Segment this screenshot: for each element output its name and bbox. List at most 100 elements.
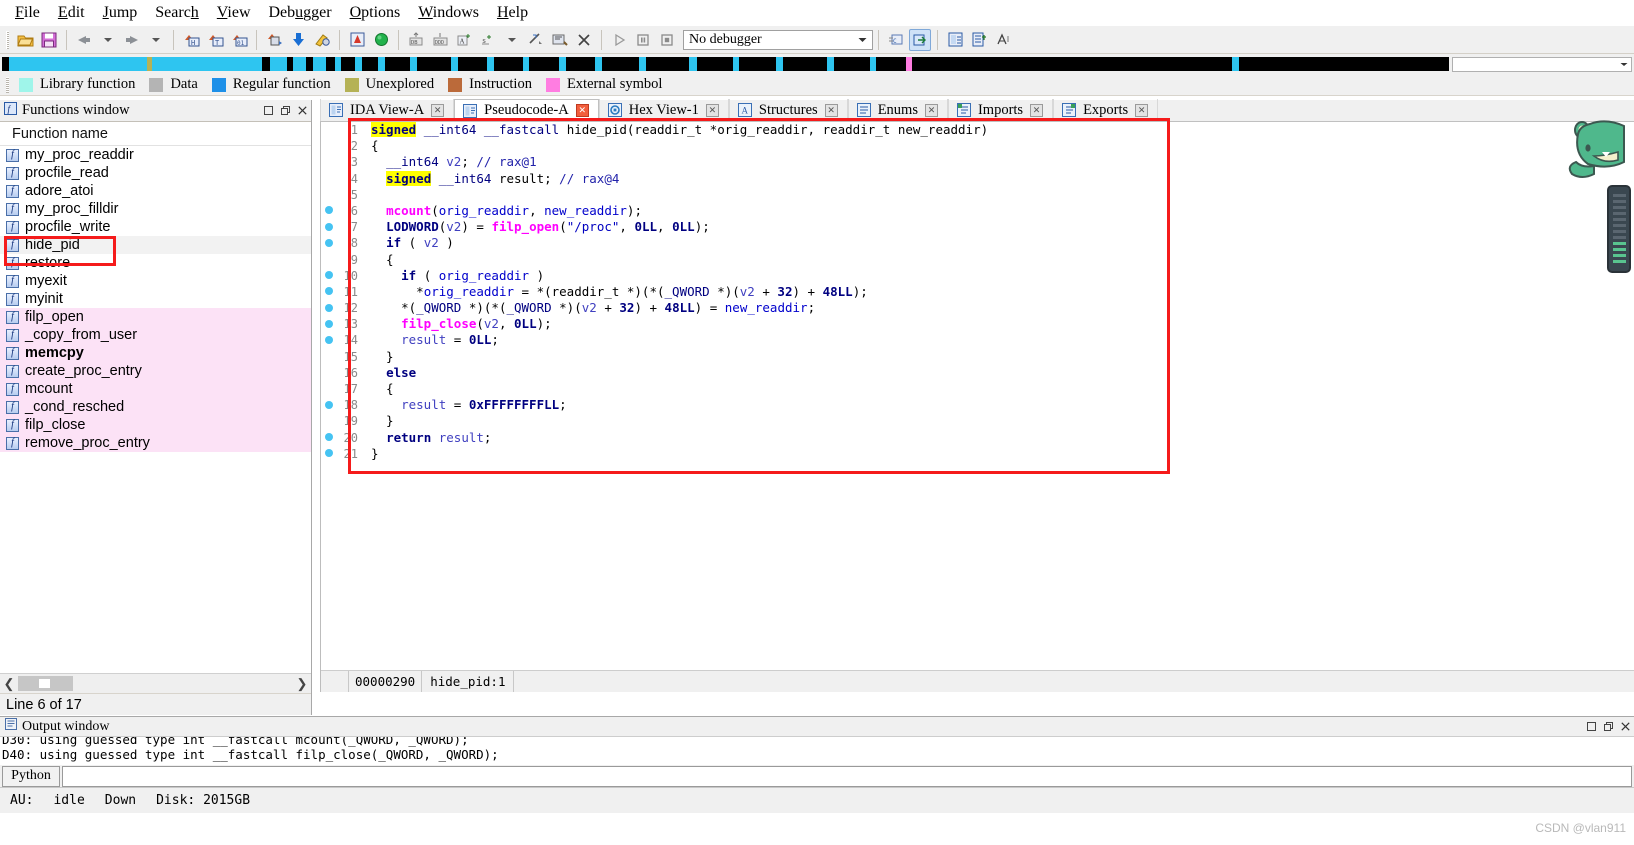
function-list-item[interactable]: f filp_open [0, 308, 311, 326]
menu-item-help[interactable]: Help [488, 2, 537, 24]
chevron-down-icon[interactable] [854, 31, 870, 49]
jump-to-name-icon[interactable]: T [204, 29, 226, 51]
breakpoint-marker-icon[interactable] [321, 203, 337, 219]
toolbar-grip[interactable] [6, 30, 9, 49]
analyze-icon[interactable] [346, 29, 368, 51]
maximize-icon[interactable] [1583, 718, 1600, 735]
breakpoint-icon[interactable]: C [885, 29, 907, 51]
scrollbar-track[interactable] [18, 674, 293, 693]
struct-dropdown-icon[interactable] [501, 29, 523, 51]
code-line[interactable]: 17 { [321, 381, 1634, 397]
breakpoint-marker-icon[interactable] [321, 268, 337, 284]
breakpoint-marker-icon[interactable] [321, 397, 337, 413]
output-log[interactable]: D30: using guessed type int __fastcall m… [0, 737, 1634, 768]
debugger-select[interactable]: No debugger [683, 29, 873, 50]
code-line[interactable]: 14 result = 0LL; [321, 332, 1634, 348]
code-line[interactable]: 11 *orig_readdir = *(readdir_t *)(*(_QWO… [321, 284, 1634, 300]
jump-xref-icon[interactable] [263, 29, 285, 51]
function-list-item[interactable]: f filp_close [0, 416, 311, 434]
code-line[interactable]: 10 if ( orig_readdir ) [321, 268, 1634, 284]
function-list-item[interactable]: f memcpy [0, 344, 311, 362]
function-list-item[interactable]: f _cond_resched [0, 398, 311, 416]
close-icon[interactable]: ✕ [924, 103, 938, 117]
code-line[interactable]: 4 signed __int64 result; // rax@4 [321, 170, 1634, 187]
breakpoint-marker-icon[interactable] [321, 430, 337, 446]
menu-item-file[interactable]: File [6, 2, 49, 24]
code-line[interactable]: 9 { [321, 252, 1634, 268]
delete-icon[interactable] [573, 29, 595, 51]
function-list-item[interactable]: f remove_proc_entry [0, 434, 311, 452]
breakpoint-marker-icon[interactable] [321, 332, 337, 348]
function-list-item[interactable]: f _copy_from_user [0, 326, 311, 344]
close-icon[interactable]: ✕ [705, 103, 719, 117]
open-file-icon[interactable] [14, 29, 36, 51]
code-line[interactable]: 19 } [321, 413, 1634, 429]
close-icon[interactable]: ✕ [431, 103, 445, 117]
breakpoint-marker-icon[interactable] [321, 316, 337, 332]
menu-item-jump[interactable]: Jump [94, 2, 147, 24]
code-line[interactable]: 18 result = 0xFFFFFFFFLL; [321, 397, 1634, 413]
back-dropdown-icon[interactable] [97, 29, 119, 51]
function-list-item[interactable]: f hide_pid [0, 236, 311, 254]
python-mode-button[interactable]: Python [2, 765, 60, 787]
pseudocode-text[interactable]: 1 signed __int64 __fastcall hide_pid(read… [321, 122, 1634, 670]
code-line[interactable]: 13 filp_close(v2, 0LL); [321, 316, 1634, 332]
stop-icon[interactable] [656, 29, 678, 51]
chevron-down-icon[interactable] [1617, 58, 1630, 71]
step-into-icon[interactable] [909, 28, 931, 51]
navigation-band[interactable] [2, 57, 1449, 71]
close-icon[interactable]: ✕ [824, 103, 838, 117]
breakpoint-marker-icon[interactable] [321, 284, 337, 300]
function-list-item[interactable]: f myinit [0, 290, 311, 308]
make-struct-icon[interactable]: s [477, 29, 499, 51]
undefine-icon[interactable] [525, 29, 547, 51]
chevron-left-icon[interactable]: ❮ [0, 676, 18, 692]
make-function-icon[interactable] [549, 29, 571, 51]
function-list-item[interactable]: f create_proc_entry [0, 362, 311, 380]
function-list-item[interactable]: f my_proc_filldir [0, 200, 311, 218]
function-list-item[interactable]: f mcount [0, 380, 311, 398]
menu-item-search[interactable]: Search [146, 2, 208, 24]
code-line[interactable]: 12 *(_QWORD *)(*(_QWORD *)(v2 + 32) + 48… [321, 300, 1634, 316]
chevron-right-icon[interactable]: ❯ [293, 676, 311, 692]
functions-list[interactable]: f my_proc_readdir f procfile_read f adore_ato… [0, 146, 311, 673]
function-list-item[interactable]: f procfile_read [0, 164, 311, 182]
breakpoint-marker-icon[interactable] [321, 446, 337, 462]
maximize-icon[interactable] [260, 102, 277, 119]
new-window-icon[interactable] [944, 29, 966, 51]
pause-icon[interactable] [632, 29, 654, 51]
close-icon[interactable] [294, 102, 311, 119]
breakpoint-marker-icon[interactable] [321, 300, 337, 316]
menu-item-edit[interactable]: Edit [49, 2, 94, 24]
breakpoint-marker-icon[interactable] [321, 219, 337, 235]
make-array-icon[interactable]: DDD [429, 29, 451, 51]
code-line[interactable]: 6 mcount(orig_readdir, new_readdir); [321, 203, 1634, 219]
code-line[interactable]: 16 else [321, 365, 1634, 381]
functions-column-header[interactable]: Function name [0, 122, 311, 146]
search-icon[interactable] [311, 29, 333, 51]
close-icon[interactable] [1617, 718, 1634, 735]
code-line[interactable]: 1 signed __int64 __fastcall hide_pid(read… [321, 122, 1634, 138]
jump-to-segment-icon[interactable]: 01 [228, 29, 250, 51]
function-list-item[interactable]: f my_proc_readdir [0, 146, 311, 164]
menu-item-view[interactable]: View [208, 2, 260, 24]
strings-icon[interactable] [992, 29, 1014, 51]
close-icon[interactable]: ✕ [1030, 103, 1044, 117]
code-line[interactable]: 2{ [321, 138, 1634, 154]
jump-to-address-icon[interactable]: H [180, 29, 202, 51]
menu-item-options[interactable]: Options [341, 2, 410, 24]
restore-icon[interactable] [1600, 718, 1617, 735]
breakpoint-marker-icon[interactable] [321, 235, 337, 251]
code-line[interactable]: 3 __int64 v2; // rax@1 [321, 154, 1634, 170]
make-ascii-icon[interactable]: A [453, 29, 475, 51]
down-arrow-icon[interactable] [287, 29, 309, 51]
forward-dropdown-icon[interactable] [145, 29, 167, 51]
function-list-item[interactable]: f myexit [0, 272, 311, 290]
forward-arrow-icon[interactable] [121, 29, 143, 51]
code-line[interactable]: 15 } [321, 349, 1634, 365]
function-list-item[interactable]: f procfile_write [0, 218, 311, 236]
close-icon[interactable]: ✕ [575, 104, 589, 117]
menu-item-debugger[interactable]: Debugger [260, 2, 341, 24]
code-line[interactable]: 21} [321, 446, 1634, 462]
close-icon[interactable]: ✕ [1135, 103, 1149, 117]
